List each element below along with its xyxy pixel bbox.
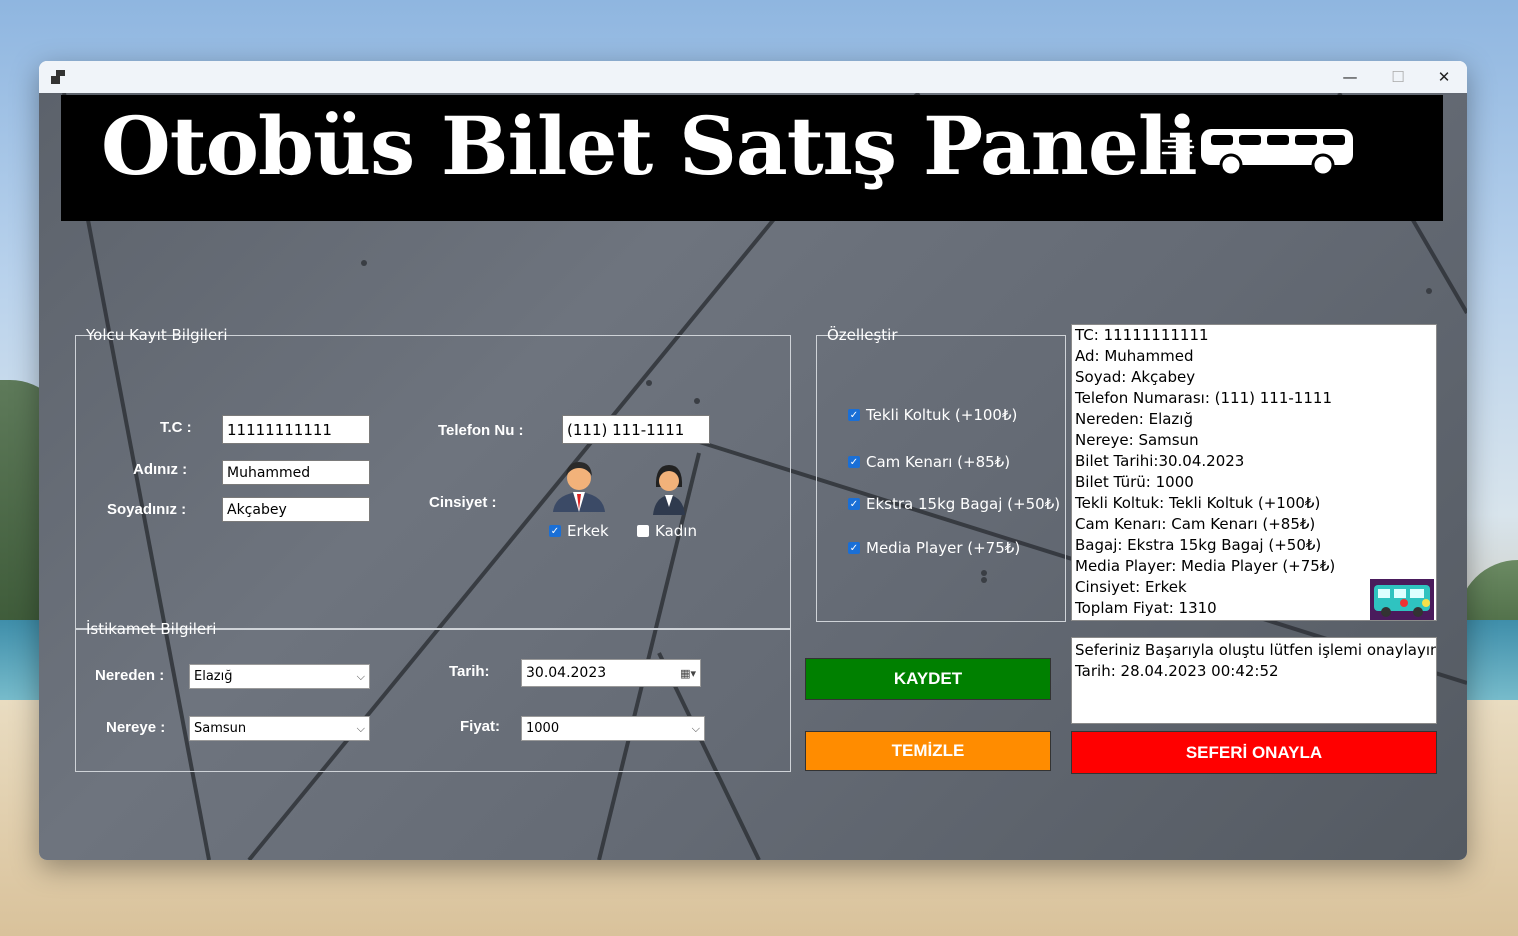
page-title: Otobüs Bilet Satış Paneli <box>101 99 1198 193</box>
list-item: Ad: Muhammed <box>1075 347 1194 365</box>
calendar-icon[interactable]: ▦▾ <box>680 667 696 680</box>
price-select-value: 1000 <box>526 721 560 736</box>
male-checkbox[interactable]: ✓ Erkek <box>549 522 609 540</box>
surname-label: Soyadınız : <box>107 501 187 518</box>
list-item: Tarih: 28.04.2023 00:42:52 <box>1075 662 1279 680</box>
checkbox-check-icon: ✓ <box>848 498 860 510</box>
from-select[interactable]: Elazığ ⌵ <box>189 664 370 689</box>
confirm-trip-button[interactable]: SEFERİ ONAYLA <box>1071 731 1437 774</box>
form-client-area: Otobüs Bilet Satış Paneli Yolcu Kayıt Bi… <box>39 93 1467 860</box>
option-label: Ekstra 15kg Bagaj (+50₺) <box>866 495 1061 513</box>
checkbox-empty-icon <box>637 525 649 537</box>
list-item: Nereye: Samsun <box>1075 431 1199 449</box>
status-listbox[interactable]: Seferiniz Başarıyla oluştu lütfen işlemi… <box>1071 637 1437 724</box>
extra-baggage-checkbox[interactable]: ✓ Ekstra 15kg Bagaj (+50₺) <box>848 495 1060 513</box>
option-label: Media Player (+75₺) <box>866 539 1021 557</box>
header-banner: Otobüs Bilet Satış Paneli <box>61 95 1443 221</box>
list-item: Media Player: Media Player (+75₺) <box>1075 557 1336 575</box>
route-info-group: İstikamet Bilgileri <box>75 620 791 772</box>
option-label: Tekli Koltuk (+100₺) <box>866 406 1018 424</box>
customize-group: Özelleştir <box>816 326 1066 622</box>
checkbox-check-icon: ✓ <box>549 525 561 537</box>
to-select-value: Samsun <box>194 721 247 736</box>
title-bar[interactable]: — ☐ ✕ <box>39 61 1467 93</box>
list-item: Seferiniz Başarıyla oluştu lütfen işlemi… <box>1075 641 1437 659</box>
summary-listbox[interactable]: TC: 11111111111 Ad: Muhammed Soyad: Akça… <box>1071 324 1437 621</box>
chevron-down-icon: ⌵ <box>356 669 365 683</box>
male-person-icon <box>553 462 605 512</box>
date-picker-value: 30.04.2023 <box>526 665 607 681</box>
surname-input[interactable]: Akçabey <box>222 497 370 522</box>
app-icon <box>51 70 65 84</box>
window-seat-checkbox[interactable]: ✓ Cam Kenarı (+85₺) <box>848 453 1010 471</box>
list-item: Cam Kenarı: Cam Kenarı (+85₺) <box>1075 515 1316 533</box>
app-window: — ☐ ✕ Otobüs Bilet Satış Paneli Yolcu Ka… <box>39 61 1467 860</box>
from-select-value: Elazığ <box>194 669 233 684</box>
female-label: Kadın <box>655 522 697 540</box>
from-label: Nereden : <box>95 667 165 684</box>
male-label: Erkek <box>567 522 609 540</box>
single-seat-checkbox[interactable]: ✓ Tekli Koltuk (+100₺) <box>848 406 1017 424</box>
female-person-icon <box>653 465 685 515</box>
checkbox-check-icon: ✓ <box>848 456 860 468</box>
date-picker[interactable]: 30.04.2023 ▦▾ <box>521 659 701 687</box>
phone-input[interactable]: (111) 111-1111 <box>562 415 710 444</box>
list-item: Bagaj: Ekstra 15kg Bagaj (+50₺) <box>1075 536 1322 554</box>
phone-label: Telefon Nu : <box>438 422 524 439</box>
bus-icon <box>1161 129 1353 177</box>
chevron-down-icon: ⌵ <box>691 721 700 735</box>
list-item: Tekli Koltuk: Tekli Koltuk (+100₺) <box>1075 494 1321 512</box>
media-player-checkbox[interactable]: ✓ Media Player (+75₺) <box>848 539 1020 557</box>
checkbox-check-icon: ✓ <box>848 409 860 421</box>
list-item: Soyad: Akçabey <box>1075 368 1196 386</box>
group-legend: İstikamet Bilgileri <box>86 620 217 638</box>
list-item: Telefon Numarası: (111) 111-1111 <box>1075 389 1332 407</box>
price-select[interactable]: 1000 ⌵ <box>521 716 705 741</box>
gender-label: Cinsiyet : <box>429 494 497 511</box>
name-label: Adınız : <box>133 461 188 478</box>
to-label: Nereye : <box>106 719 166 736</box>
name-input[interactable]: Muhammed <box>222 460 370 485</box>
tc-input[interactable]: 11111111111 <box>222 415 370 444</box>
tc-label: T.C : <box>160 419 192 436</box>
option-label: Cam Kenarı (+85₺) <box>866 453 1011 471</box>
group-legend: Yolcu Kayıt Bilgileri <box>86 326 228 344</box>
save-button[interactable]: KAYDET <box>805 658 1051 700</box>
price-label: Fiyat: <box>460 718 501 735</box>
maximize-button[interactable]: ☐ <box>1375 61 1421 93</box>
to-select[interactable]: Samsun ⌵ <box>189 716 370 741</box>
bus-illustration-icon <box>1370 579 1434 620</box>
chevron-down-icon: ⌵ <box>356 721 365 735</box>
date-label: Tarih: <box>449 663 490 680</box>
list-item: Nereden: Elazığ <box>1075 410 1193 428</box>
minimize-button[interactable]: — <box>1327 61 1373 93</box>
group-legend: Özelleştir <box>827 326 898 344</box>
list-item: TC: 11111111111 <box>1075 326 1209 344</box>
close-button[interactable]: ✕ <box>1421 61 1467 93</box>
clear-button[interactable]: TEMİZLE <box>805 731 1051 771</box>
list-item: Bilet Türü: 1000 <box>1075 473 1194 491</box>
female-checkbox[interactable]: Kadın <box>637 522 697 540</box>
list-item: Bilet Tarihi:30.04.2023 <box>1075 452 1245 470</box>
checkbox-check-icon: ✓ <box>848 542 860 554</box>
